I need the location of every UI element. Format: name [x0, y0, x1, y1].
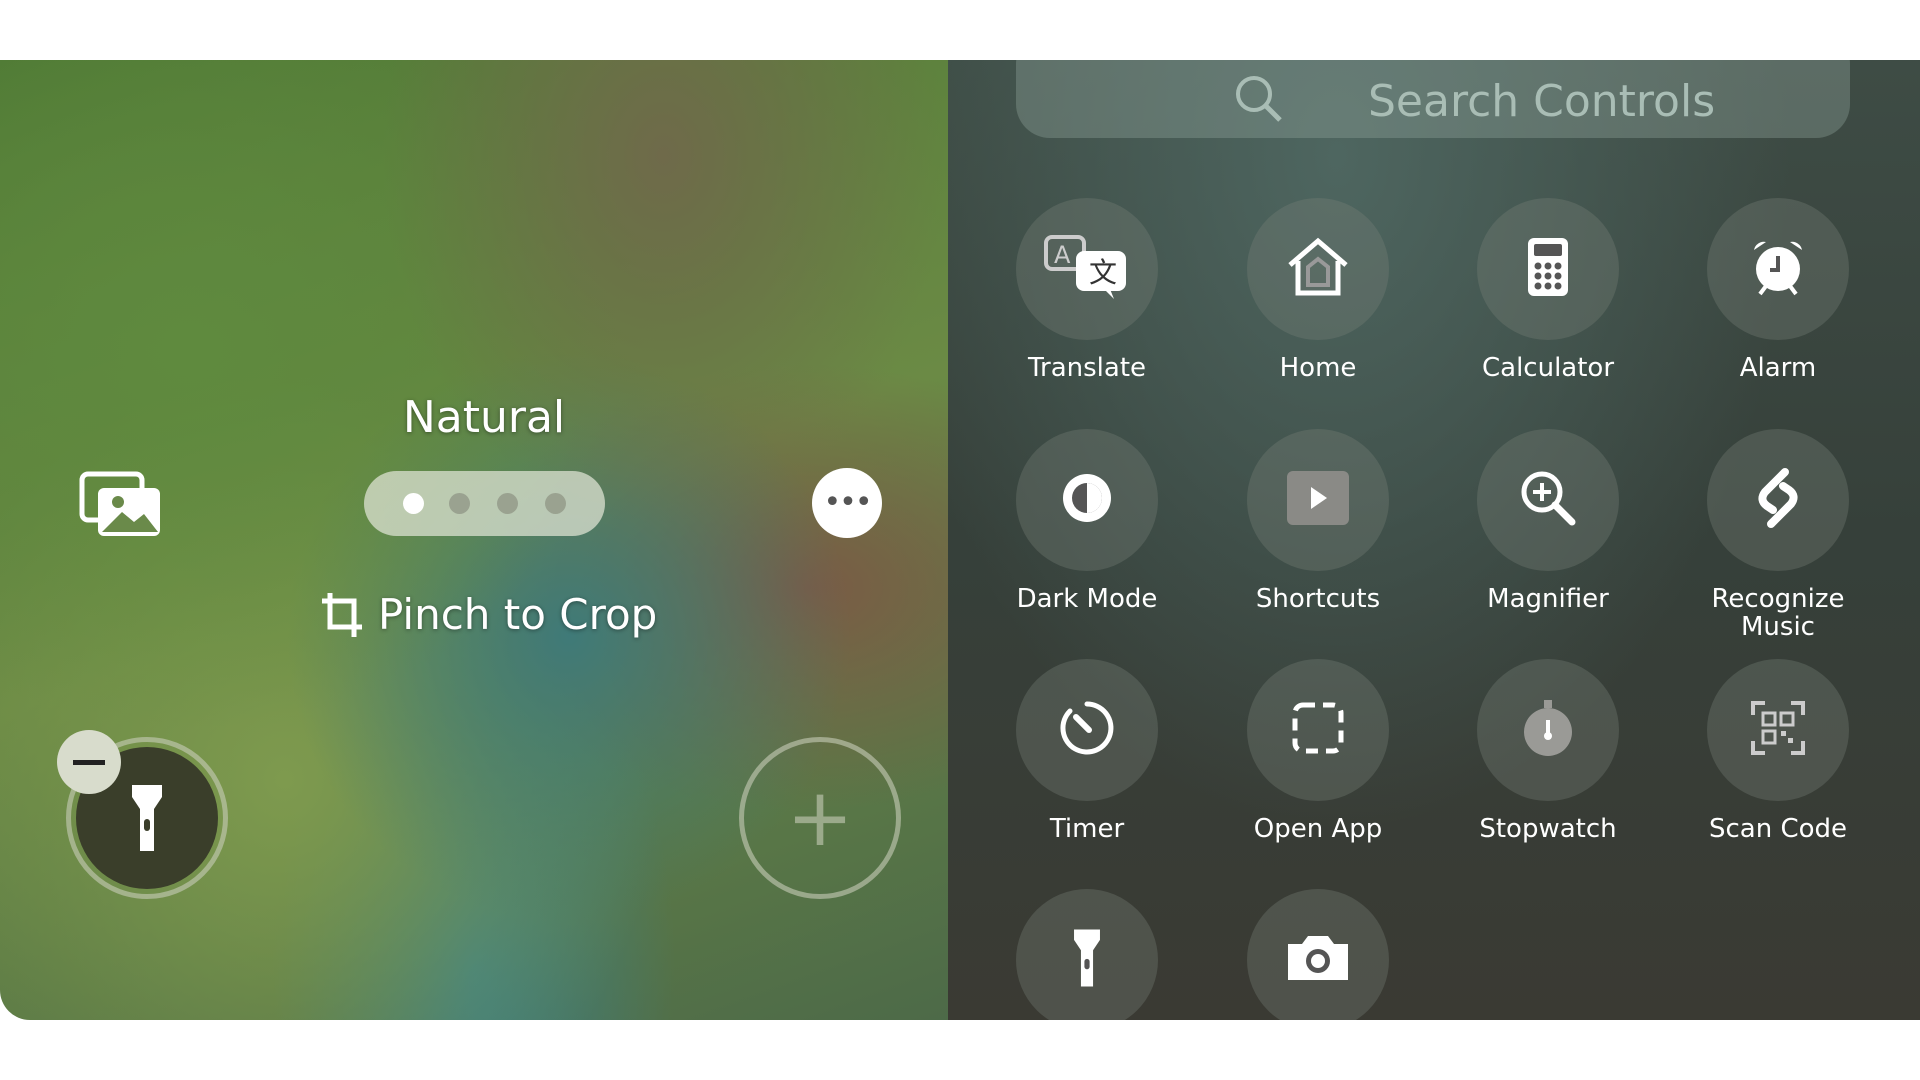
alarm-icon [1750, 238, 1806, 300]
control-button[interactable] [1477, 429, 1619, 571]
control-label: Alarm [1739, 353, 1817, 383]
control-button[interactable]: A文 [1016, 198, 1158, 340]
control-label: Open App [1253, 814, 1383, 844]
control-magnifier[interactable]: Magnifier [1428, 429, 1668, 613]
home-icon [1286, 237, 1350, 301]
control-button[interactable] [1477, 198, 1619, 340]
pinch-to-crop-hint: Pinch to Crop [320, 590, 657, 639]
minus-icon [73, 759, 105, 765]
control-button[interactable] [1247, 198, 1389, 340]
control-label: Dark Mode [1016, 584, 1158, 614]
flashlight-icon [1072, 926, 1102, 994]
shazam-icon [1755, 468, 1801, 532]
page-dot [497, 493, 518, 514]
stopwatch-icon [1520, 698, 1576, 762]
more-button[interactable]: ••• [812, 468, 882, 538]
gallery-button[interactable] [78, 470, 164, 544]
calculator-icon [1528, 238, 1568, 300]
control-translate[interactable]: A 文 Translate [967, 198, 1207, 382]
shortcuts-icon [1287, 471, 1349, 529]
control-recognize-music[interactable]: Recognize Music [1658, 429, 1898, 641]
control-stopwatch[interactable]: Stopwatch [1428, 659, 1668, 843]
control-label: Calculator [1481, 353, 1615, 383]
control-button[interactable] [1247, 659, 1389, 801]
control-label: Scan Code [1708, 814, 1848, 844]
svg-text:文: 文 [1089, 256, 1117, 289]
translate-icon: A文 [1044, 235, 1130, 303]
control-open-app[interactable]: Open App [1198, 659, 1438, 843]
control-timer[interactable]: Timer [967, 659, 1207, 843]
plus-icon: + [786, 771, 854, 864]
open-app-icon [1292, 702, 1344, 758]
page-dot-active [403, 493, 424, 514]
lock-screen-editor: Natural ••• Pinch to Crop + [0, 60, 948, 1020]
control-button[interactable] [1707, 429, 1849, 571]
control-button[interactable] [1016, 429, 1158, 571]
control-label: Timer [1049, 814, 1125, 844]
search-icon [1236, 76, 1282, 122]
control-button[interactable] [1247, 429, 1389, 571]
control-label: Recognize Music [1711, 584, 1845, 642]
magnifier-icon [1520, 470, 1576, 530]
page-dot [449, 493, 470, 514]
remove-control-button[interactable] [57, 730, 121, 794]
camera-icon [1284, 932, 1352, 988]
control-shortcuts[interactable]: Shortcuts [1198, 429, 1438, 613]
crop-icon [322, 592, 362, 637]
search-controls-input[interactable]: Search Controls [1016, 60, 1850, 138]
control-scan-code[interactable]: Scan Code [1658, 659, 1898, 843]
control-button[interactable] [1016, 659, 1158, 801]
control-label: Stopwatch [1479, 814, 1617, 844]
timer-icon [1058, 699, 1116, 761]
control-button[interactable] [1707, 198, 1849, 340]
control-home[interactable]: Home [1198, 198, 1438, 382]
control-label: Translate [1027, 353, 1147, 383]
control-button[interactable] [1707, 659, 1849, 801]
filter-name: Natural [402, 392, 566, 443]
svg-text:A: A [1054, 241, 1071, 269]
control-button[interactable] [1247, 889, 1389, 1020]
filter-page-indicator[interactable] [364, 471, 605, 536]
control-button[interactable] [1477, 659, 1619, 801]
page-dot [545, 493, 566, 514]
control-flashlight[interactable] [967, 889, 1207, 1020]
control-label: Home [1279, 353, 1357, 383]
control-camera[interactable] [1198, 889, 1438, 1020]
control-dark-mode[interactable]: Dark Mode [967, 429, 1207, 613]
dark-mode-icon [1059, 470, 1115, 530]
controls-gallery: Search Controls A 文 Translate Home Calculato… [948, 60, 1920, 1020]
control-label: Shortcuts [1255, 584, 1381, 614]
qr-code-icon [1751, 701, 1805, 759]
more-icon: ••• [823, 485, 872, 520]
control-calculator[interactable]: Calculator [1428, 198, 1668, 382]
flashlight-icon [132, 785, 162, 851]
add-control-button[interactable]: + [739, 737, 901, 899]
control-label: Magnifier [1487, 584, 1609, 614]
photos-icon [79, 471, 160, 536]
control-button[interactable] [1016, 889, 1158, 1020]
control-alarm[interactable]: Alarm [1658, 198, 1898, 382]
